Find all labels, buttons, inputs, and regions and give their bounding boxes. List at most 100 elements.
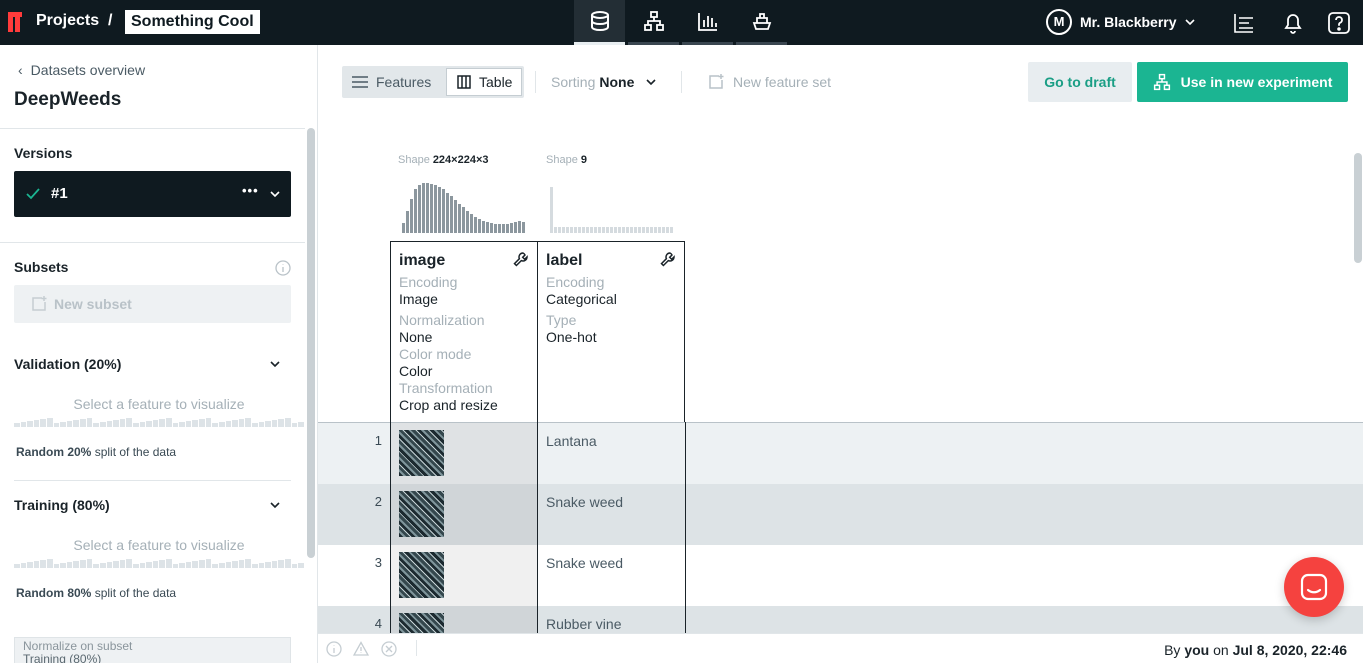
field-key: Transformation xyxy=(399,380,493,396)
histogram-bar xyxy=(284,418,291,427)
sorting-dropdown[interactable]: Sorting None xyxy=(551,74,656,90)
image-thumbnail[interactable] xyxy=(399,613,444,633)
histogram-bar xyxy=(462,207,465,233)
histogram-bar xyxy=(53,564,60,568)
help-icon[interactable] xyxy=(1326,10,1352,36)
table-row[interactable]: 1 Lantana xyxy=(318,423,1363,484)
histogram-bar xyxy=(86,559,93,568)
chevron-down-icon[interactable] xyxy=(270,500,280,510)
info-icon[interactable] xyxy=(326,641,342,657)
features-view-button[interactable]: Features xyxy=(342,66,442,98)
user-menu[interactable]: M Mr. Blackberry xyxy=(1046,9,1195,35)
error-icon[interactable] xyxy=(381,641,397,657)
info-icon[interactable] xyxy=(275,260,291,276)
table-row[interactable]: 2 Snake weed xyxy=(318,484,1363,545)
add-subset-icon xyxy=(32,296,47,311)
histogram-bar xyxy=(33,420,40,427)
histogram-bar xyxy=(20,422,27,427)
tab-evaluation[interactable] xyxy=(682,0,733,45)
use-in-new-experiment-button[interactable]: Use in new experiment xyxy=(1137,62,1348,102)
histogram-bar xyxy=(192,420,199,427)
tab-deployment[interactable] xyxy=(736,0,787,45)
histogram-bar xyxy=(66,562,73,568)
column-header-image[interactable]: image Encoding Image Normalization None Co… xyxy=(390,241,538,422)
chevron-down-icon[interactable] xyxy=(270,189,280,199)
histogram-bar xyxy=(634,227,637,233)
histogram-bar xyxy=(152,561,159,568)
field-key: Type xyxy=(546,312,577,328)
normalize-value: Training (80%) xyxy=(23,652,102,663)
histogram-bar xyxy=(514,222,517,233)
last-modified: By you on Jul 8, 2020, 22:46 xyxy=(1164,642,1347,658)
table-view-button[interactable]: Table xyxy=(446,68,522,96)
image-thumbnail[interactable] xyxy=(399,430,444,476)
sidebar: ‹ Datasets overview DeepWeeds Versions #1… xyxy=(0,45,318,663)
back-link[interactable]: ‹ Datasets overview xyxy=(18,62,145,78)
validation-histogram xyxy=(14,417,304,427)
table-row[interactable]: 4 Rubber vine xyxy=(318,606,1363,633)
histogram-bar xyxy=(53,423,60,427)
row-label: Snake weed xyxy=(546,494,624,510)
tab-data[interactable] xyxy=(574,0,625,45)
user-name: Mr. Blackberry xyxy=(1080,14,1177,30)
breadcrumb-projects[interactable]: Projects xyxy=(36,12,99,30)
database-icon xyxy=(590,11,609,32)
warning-icon[interactable] xyxy=(353,641,369,657)
version-selector[interactable]: #1 ••• xyxy=(14,171,291,217)
app-logo[interactable] xyxy=(8,12,22,32)
row-label: Rubber vine xyxy=(546,616,622,632)
histogram-bar xyxy=(558,227,561,233)
table-row[interactable]: 3 Snake weed xyxy=(318,545,1363,606)
subsets-label: Subsets xyxy=(14,259,69,275)
bell-icon[interactable] xyxy=(1280,10,1306,36)
image-thumbnail[interactable] xyxy=(399,552,444,598)
histogram-bar xyxy=(418,185,421,233)
histogram-bar xyxy=(490,223,493,233)
histogram-bar xyxy=(271,561,278,568)
go-to-draft-button[interactable]: Go to draft xyxy=(1028,62,1132,102)
image-thumbnail[interactable] xyxy=(399,491,444,537)
histogram-bar xyxy=(438,187,441,233)
histogram-bar xyxy=(502,224,505,233)
normalize-subset-select[interactable]: Normalize on subset Training (80%) xyxy=(14,637,291,663)
new-subset-label: New subset xyxy=(54,296,132,312)
histogram-bar xyxy=(245,418,251,427)
histogram-bar xyxy=(146,421,152,427)
histogram-bar xyxy=(47,559,53,568)
wrench-icon[interactable] xyxy=(660,251,676,267)
histogram-bar xyxy=(80,419,86,427)
histogram-bar xyxy=(265,421,271,427)
chat-button[interactable] xyxy=(1284,557,1344,617)
histogram-bar xyxy=(251,564,258,568)
queue-icon[interactable] xyxy=(1231,10,1257,36)
histogram-bar xyxy=(205,559,212,568)
histogram-bar xyxy=(426,183,429,233)
versions-label: Versions xyxy=(14,145,73,161)
sidebar-scrollbar[interactable] xyxy=(307,128,315,558)
new-feature-set-button[interactable]: New feature set xyxy=(707,73,831,91)
histogram-bar xyxy=(99,422,106,427)
breadcrumb-project-name[interactable]: Something Cool xyxy=(125,10,260,34)
more-icon[interactable]: ••• xyxy=(242,183,259,198)
histogram-bar xyxy=(284,559,291,568)
histogram-bar xyxy=(14,564,20,568)
column-header-label[interactable]: label Encoding Categorical Type One-hot xyxy=(537,241,685,422)
histogram-bar xyxy=(212,423,218,427)
chevron-left-icon: ‹ xyxy=(18,62,23,78)
new-subset-button[interactable]: New subset xyxy=(14,285,291,323)
histogram-bar xyxy=(106,421,113,427)
histogram-bar xyxy=(66,421,73,427)
table-scrollbar[interactable] xyxy=(1354,153,1362,263)
histogram-bar xyxy=(454,200,457,233)
histogram-bar xyxy=(113,561,119,568)
top-bar: Projects / Something Cool M Mr. Blackber… xyxy=(0,0,1363,45)
tab-modeling[interactable] xyxy=(628,0,679,45)
histogram-bar xyxy=(670,227,673,233)
table-label: Table xyxy=(479,74,513,90)
histogram-bar xyxy=(662,227,665,233)
list-icon xyxy=(352,76,368,88)
wrench-icon[interactable] xyxy=(513,251,529,267)
avatar: M xyxy=(1046,9,1072,35)
label-shape: Shape 9 xyxy=(546,154,587,166)
chevron-down-icon[interactable] xyxy=(270,359,280,369)
